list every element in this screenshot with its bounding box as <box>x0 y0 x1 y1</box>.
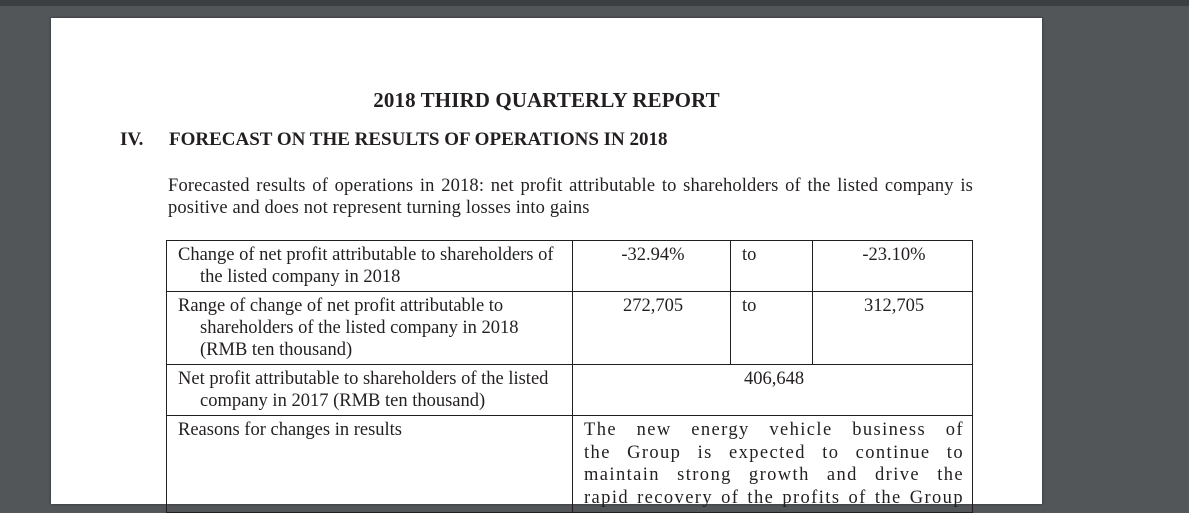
row-label: Reasons for changes in results <box>166 415 573 513</box>
table-row: Net profit attributable to shareholders … <box>166 364 973 416</box>
report-title: 2018 THIRD QUARTERLY REPORT <box>373 88 720 112</box>
reason-line: maintain strong growth and drive the <box>584 465 964 485</box>
forecast-table: Change of net profit attributable to sha… <box>166 240 973 513</box>
reason-text: The new energy vehicle business of the G… <box>572 415 973 513</box>
table-row: Range of change of net profit attributab… <box>166 291 973 365</box>
range-to-value: 312,705 <box>812 291 973 365</box>
reason-line: the Group is expected to continue to <box>584 442 964 463</box>
range-from-value: -32.94% <box>572 240 731 292</box>
range-to-value: -23.10% <box>812 240 973 292</box>
section-title: FORECAST ON THE RESULTS OF OPERATIONS IN… <box>169 129 668 150</box>
range-to-word: to <box>730 240 813 292</box>
viewer-top-bar <box>0 0 1189 6</box>
section-heading: IV. FORECAST ON THE RESULTS OF OPERATIONS… <box>120 129 668 151</box>
row-label: Net profit attributable to shareholders … <box>166 364 573 416</box>
table-row: Reasons for changes in results The new e… <box>166 415 973 513</box>
section-number: IV. <box>120 129 144 150</box>
prior-year-profit-value: 406,648 <box>572 364 973 416</box>
reason-line: The new energy vehicle business of <box>584 420 964 440</box>
document-page: 2018 THIRD QUARTERLY REPORT IV. FORECAST … <box>51 18 1042 513</box>
reason-line: rapid recovery of the profits of the Gro… <box>584 487 964 508</box>
row-label: Change of net profit attributable to sha… <box>166 240 573 292</box>
range-from-value: 272,705 <box>572 291 731 365</box>
range-to-word: to <box>730 291 813 365</box>
forecast-intro-paragraph: Forecasted results of operations in 2018… <box>168 176 973 218</box>
table-row: Change of net profit attributable to sha… <box>166 240 973 292</box>
row-label: Range of change of net profit attributab… <box>166 291 573 365</box>
